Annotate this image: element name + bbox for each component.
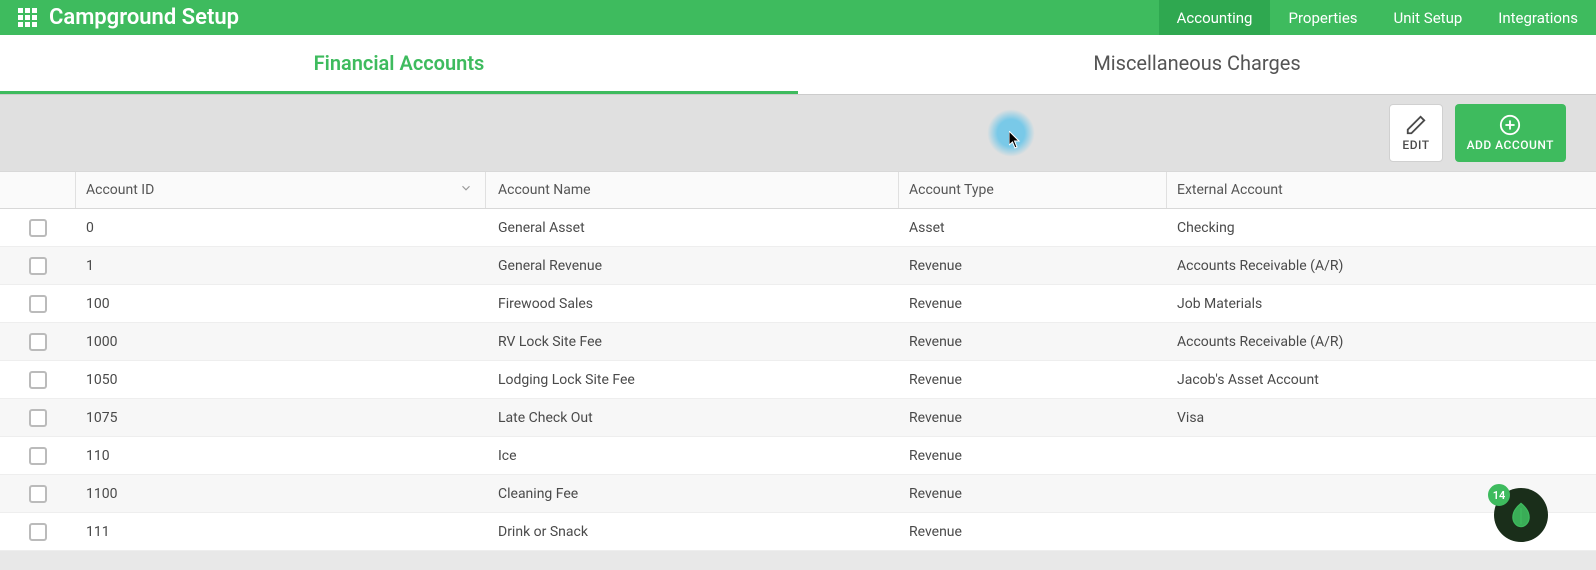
- chevron-down-icon: [459, 181, 473, 199]
- table-row[interactable]: 100Firewood SalesRevenueJob Materials: [0, 285, 1596, 323]
- row-checkbox-cell: [0, 285, 76, 322]
- cell-external-account: [1167, 437, 1596, 474]
- row-checkbox-cell: [0, 513, 76, 550]
- row-checkbox[interactable]: [29, 409, 47, 427]
- cell-external-account: Checking: [1167, 209, 1596, 246]
- row-checkbox[interactable]: [29, 219, 47, 237]
- cell-account-type: Revenue: [899, 475, 1167, 512]
- cell-account-type: Asset: [899, 209, 1167, 246]
- cell-account-name: Cleaning Fee: [486, 475, 899, 512]
- nav-tab-accounting[interactable]: Accounting: [1159, 0, 1271, 35]
- table-row[interactable]: 1General RevenueRevenueAccounts Receivab…: [0, 247, 1596, 285]
- nav-tab-properties[interactable]: Properties: [1270, 0, 1375, 35]
- col-header-name[interactable]: Account Name: [486, 172, 899, 208]
- cursor-highlight: [987, 109, 1035, 157]
- table-row[interactable]: 110IceRevenue: [0, 437, 1596, 475]
- cell-account-id: 111: [76, 513, 486, 550]
- cell-account-name: RV Lock Site Fee: [486, 323, 899, 360]
- cell-account-name: General Asset: [486, 209, 899, 246]
- table-row[interactable]: 1100Cleaning FeeRevenue: [0, 475, 1596, 513]
- cell-account-name: Drink or Snack: [486, 513, 899, 550]
- row-checkbox[interactable]: [29, 257, 47, 275]
- nav-tabs: AccountingPropertiesUnit SetupIntegratio…: [1159, 0, 1596, 35]
- row-checkbox[interactable]: [29, 447, 47, 465]
- sub-tabs: Financial AccountsMiscellaneous Charges: [0, 35, 1596, 95]
- table-body: 0General AssetAssetChecking1General Reve…: [0, 209, 1596, 551]
- cell-account-id: 1000: [76, 323, 486, 360]
- cell-account-name: Lodging Lock Site Fee: [486, 361, 899, 398]
- cell-account-name: General Revenue: [486, 247, 899, 284]
- cell-external-account: Accounts Receivable (A/R): [1167, 247, 1596, 284]
- cell-account-name: Late Check Out: [486, 399, 899, 436]
- nav-tab-integrations[interactable]: Integrations: [1480, 0, 1596, 35]
- sub-tab-miscellaneous-charges[interactable]: Miscellaneous Charges: [798, 35, 1596, 94]
- fab-badge: 14: [1488, 484, 1510, 506]
- row-checkbox-cell: [0, 361, 76, 398]
- edit-button[interactable]: EDIT: [1389, 104, 1442, 162]
- row-checkbox-cell: [0, 323, 76, 360]
- row-checkbox-cell: [0, 247, 76, 284]
- pencil-icon: [1405, 114, 1427, 136]
- cell-account-id: 1050: [76, 361, 486, 398]
- cell-account-type: Revenue: [899, 247, 1167, 284]
- cell-external-account: Jacob's Asset Account: [1167, 361, 1596, 398]
- row-checkbox[interactable]: [29, 295, 47, 313]
- table-row[interactable]: 111Drink or SnackRevenue: [0, 513, 1596, 551]
- add-account-button[interactable]: ADD ACCOUNT: [1455, 104, 1566, 162]
- row-checkbox-cell: [0, 209, 76, 246]
- row-checkbox-cell: [0, 399, 76, 436]
- row-checkbox[interactable]: [29, 485, 47, 503]
- col-header-ext[interactable]: External Account: [1167, 172, 1596, 208]
- cell-account-type: Revenue: [899, 323, 1167, 360]
- nav-tab-unit-setup[interactable]: Unit Setup: [1376, 0, 1481, 35]
- help-fab[interactable]: 14: [1494, 488, 1548, 542]
- cell-account-id: 1100: [76, 475, 486, 512]
- row-checkbox[interactable]: [29, 371, 47, 389]
- apps-icon[interactable]: [18, 8, 37, 27]
- cell-account-id: 110: [76, 437, 486, 474]
- cell-account-id: 0: [76, 209, 486, 246]
- table-row[interactable]: 0General AssetAssetChecking: [0, 209, 1596, 247]
- cell-external-account: Visa: [1167, 399, 1596, 436]
- cell-account-type: Revenue: [899, 513, 1167, 550]
- topbar: Campground Setup AccountingPropertiesUni…: [0, 0, 1596, 35]
- cell-account-type: Revenue: [899, 361, 1167, 398]
- table-row[interactable]: 1000RV Lock Site FeeRevenueAccounts Rece…: [0, 323, 1596, 361]
- row-checkbox[interactable]: [29, 333, 47, 351]
- cell-account-type: Revenue: [899, 285, 1167, 322]
- cell-account-id: 1075: [76, 399, 486, 436]
- cell-account-type: Revenue: [899, 399, 1167, 436]
- row-checkbox-cell: [0, 437, 76, 474]
- leaf-icon: [1507, 501, 1535, 529]
- plus-circle-icon: [1499, 114, 1521, 136]
- page-title: Campground Setup: [49, 5, 239, 30]
- edit-button-label: EDIT: [1402, 138, 1429, 152]
- table-row[interactable]: 1075Late Check OutRevenueVisa: [0, 399, 1596, 437]
- row-checkbox[interactable]: [29, 523, 47, 541]
- row-checkbox-cell: [0, 475, 76, 512]
- col-header-type[interactable]: Account Type: [899, 172, 1167, 208]
- col-header-id[interactable]: Account ID: [76, 172, 486, 208]
- table-row[interactable]: 1050Lodging Lock Site FeeRevenueJacob's …: [0, 361, 1596, 399]
- col-header-id-label: Account ID: [86, 182, 154, 198]
- sub-tab-financial-accounts[interactable]: Financial Accounts: [0, 35, 798, 94]
- accounts-table: Account ID Account Name Account Type Ext…: [0, 171, 1596, 551]
- add-account-button-label: ADD ACCOUNT: [1467, 138, 1554, 152]
- cell-external-account: Accounts Receivable (A/R): [1167, 323, 1596, 360]
- cell-account-type: Revenue: [899, 437, 1167, 474]
- cell-account-name: Ice: [486, 437, 899, 474]
- cell-external-account: Job Materials: [1167, 285, 1596, 322]
- cell-account-name: Firewood Sales: [486, 285, 899, 322]
- cell-account-id: 100: [76, 285, 486, 322]
- toolbar: EDIT ADD ACCOUNT: [0, 95, 1596, 171]
- cell-account-id: 1: [76, 247, 486, 284]
- col-checkbox: [0, 172, 76, 208]
- table-header: Account ID Account Name Account Type Ext…: [0, 171, 1596, 209]
